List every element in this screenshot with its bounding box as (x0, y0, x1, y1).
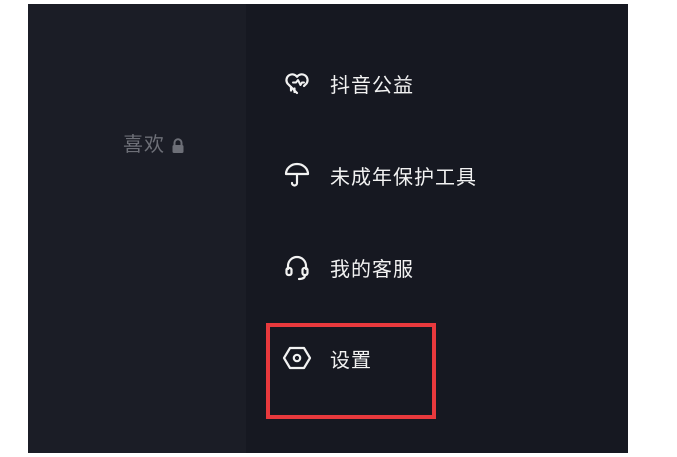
menu-item-settings[interactable]: 设置 (282, 343, 372, 373)
menu-item-minor-protection-label: 未成年保护工具 (330, 164, 477, 189)
charity-heart-icon (282, 68, 312, 98)
profile-panel-dimmed: 喜欢 (28, 4, 246, 453)
menu-item-customer-service-label: 我的客服 (330, 256, 414, 281)
likes-tab[interactable]: 喜欢 (123, 128, 185, 157)
lock-icon (171, 135, 185, 153)
side-menu-drawer: 抖音公益 未成年保护工具 我的客服 设置 (246, 4, 628, 453)
menu-item-charity-label: 抖音公益 (330, 72, 414, 97)
settings-hexagon-icon (282, 343, 312, 373)
menu-item-customer-service[interactable]: 我的客服 (282, 252, 414, 282)
menu-item-settings-label: 设置 (330, 347, 372, 372)
headset-icon (282, 252, 312, 282)
likes-tab-label: 喜欢 (123, 132, 165, 156)
menu-item-minor-protection[interactable]: 未成年保护工具 (282, 160, 477, 190)
app-screen: 喜欢 抖音公益 未成年保护工具 我的客服 设置 (28, 4, 628, 453)
menu-item-charity[interactable]: 抖音公益 (282, 68, 414, 98)
umbrella-icon (282, 160, 312, 190)
